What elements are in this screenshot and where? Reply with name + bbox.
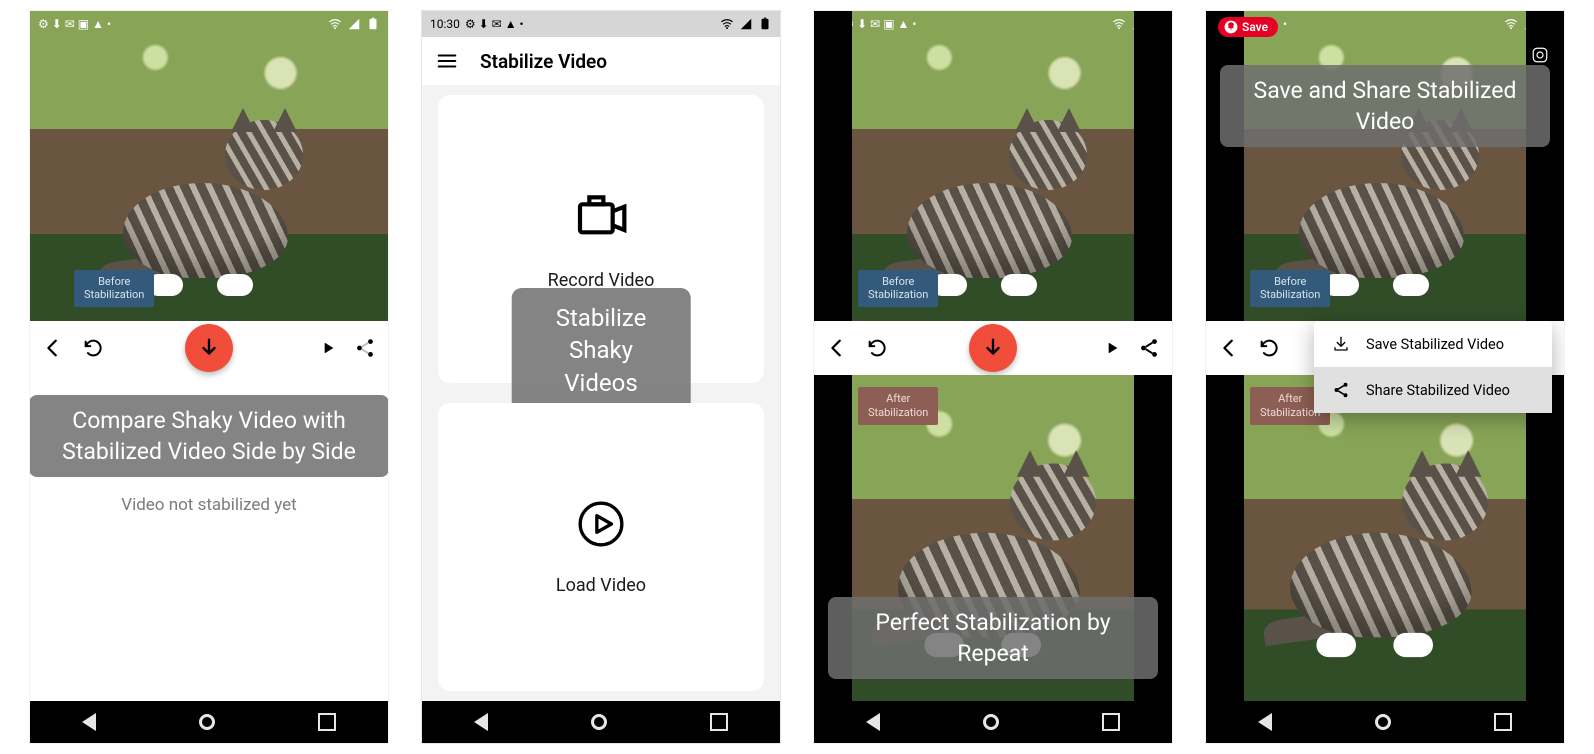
before-video[interactable]: ⚙ ⬇ ✉ ▣ ▲ • Before Stabilization bbox=[30, 11, 388, 321]
after-badge: After Stabilization bbox=[858, 387, 938, 425]
menu-save-video[interactable]: Save Stabilized Video bbox=[1314, 321, 1552, 367]
before-badge: Before Stabilization bbox=[1250, 270, 1330, 308]
before-badge: Before Stabilization bbox=[858, 270, 938, 308]
comparison-toolbar bbox=[814, 321, 1172, 375]
load-card[interactable]: Load Video bbox=[438, 403, 764, 691]
save-share-overlay: Save and Share Stabilized Video bbox=[1220, 65, 1550, 147]
app-bar: Stabilize Video bbox=[422, 37, 780, 85]
back-button[interactable] bbox=[42, 337, 64, 359]
pinterest-save-badge[interactable]: Save bbox=[1218, 17, 1278, 37]
status-bar: 10:30 ⚙ ⬇ ✉ ▲ • bbox=[422, 11, 780, 37]
nav-recent-icon[interactable] bbox=[1102, 713, 1120, 731]
play-button[interactable] bbox=[320, 340, 336, 356]
after-video[interactable]: After Stabilization bbox=[1206, 375, 1564, 701]
status-bar: ⚙ ⬇ ✉ ▣ ▲ • bbox=[30, 11, 388, 37]
cat-illustration bbox=[113, 120, 313, 290]
after-placeholder: Compare Shaky Video with Stabilized Vide… bbox=[30, 375, 388, 701]
back-button[interactable] bbox=[1218, 337, 1240, 359]
stabilize-overlay: Stabilize Shaky Videos bbox=[512, 288, 691, 413]
menu-share-label: Share Stabilized Video bbox=[1366, 382, 1510, 399]
phone-4-share: ⚙ ⬇ ✉ ▣ ▲ • Save Save and Share Stabiliz… bbox=[1205, 10, 1565, 744]
menu-share-video[interactable]: Share Stabilized Video bbox=[1314, 367, 1552, 413]
back-button[interactable] bbox=[826, 337, 848, 359]
phone-1-compare: ⚙ ⬇ ✉ ▣ ▲ • Before Stabilization Compare… bbox=[29, 10, 389, 744]
home-content: Record Video Stabilize Shaky Videos Load… bbox=[422, 85, 780, 701]
android-nav bbox=[422, 701, 780, 743]
hamburger-menu-icon[interactable] bbox=[436, 50, 458, 72]
share-button[interactable] bbox=[1138, 337, 1160, 359]
comparison-toolbar bbox=[30, 321, 388, 375]
nav-home-icon[interactable] bbox=[199, 714, 215, 730]
app-title: Stabilize Video bbox=[480, 50, 607, 73]
download-icon bbox=[1332, 335, 1350, 353]
camera-icon bbox=[573, 188, 629, 244]
screenshot-row: ⚙ ⬇ ✉ ▣ ▲ • Before Stabilization Compare… bbox=[0, 0, 1594, 754]
nav-back-icon[interactable] bbox=[1258, 713, 1272, 731]
pin-label: Save bbox=[1242, 20, 1268, 34]
share-icon bbox=[1332, 381, 1350, 399]
nav-home-icon[interactable] bbox=[983, 714, 999, 730]
load-caption: Load Video bbox=[556, 575, 646, 596]
android-nav bbox=[30, 701, 388, 743]
play-button[interactable] bbox=[1104, 340, 1120, 356]
clock: 10:30 bbox=[430, 17, 460, 31]
share-button[interactable] bbox=[354, 337, 376, 359]
nav-back-icon[interactable] bbox=[474, 713, 488, 731]
perfect-overlay: Perfect Stabilization by Repeat bbox=[828, 597, 1158, 679]
after-video[interactable]: After Stabilization Perfect Stabilizatio… bbox=[814, 375, 1172, 701]
nav-recent-icon[interactable] bbox=[1494, 713, 1512, 731]
play-circle-icon bbox=[576, 499, 626, 549]
status-bar: :49 ⚙ ⬇ ✉ ▣ ▲ • bbox=[814, 11, 1172, 37]
android-nav bbox=[814, 701, 1172, 743]
stabilize-fab[interactable] bbox=[969, 324, 1017, 372]
nav-home-icon[interactable] bbox=[1375, 714, 1391, 730]
compare-overlay: Compare Shaky Video with Stabilized Vide… bbox=[29, 395, 389, 477]
phone-3-result: :49 ⚙ ⬇ ✉ ▣ ▲ • Before Stabilization Aft… bbox=[813, 10, 1173, 744]
reload-button[interactable] bbox=[1258, 337, 1280, 359]
before-video[interactable]: ⚙ ⬇ ✉ ▣ ▲ • Save Save and Share Stabiliz… bbox=[1206, 11, 1564, 321]
nav-back-icon[interactable] bbox=[866, 713, 880, 731]
comparison-toolbar: Save Stabilized Video Share Stabilized V… bbox=[1206, 321, 1564, 375]
phone-2-home: 10:30 ⚙ ⬇ ✉ ▲ • Stabilize Video Record V… bbox=[421, 10, 781, 744]
android-nav bbox=[1206, 701, 1564, 743]
nav-home-icon[interactable] bbox=[591, 714, 607, 730]
nav-recent-icon[interactable] bbox=[318, 713, 336, 731]
before-badge: Before Stabilization bbox=[74, 270, 154, 308]
before-video[interactable]: :49 ⚙ ⬇ ✉ ▣ ▲ • Before Stabilization bbox=[814, 11, 1172, 321]
menu-save-label: Save Stabilized Video bbox=[1366, 336, 1504, 353]
record-card[interactable]: Record Video Stabilize Shaky Videos bbox=[438, 95, 764, 383]
share-popup: Save Stabilized Video Share Stabilized V… bbox=[1314, 321, 1552, 413]
stabilize-fab[interactable] bbox=[185, 324, 233, 372]
cat-illustration bbox=[1279, 464, 1499, 651]
cat-illustration bbox=[897, 120, 1097, 290]
reload-button[interactable] bbox=[866, 337, 888, 359]
nav-back-icon[interactable] bbox=[82, 713, 96, 731]
reload-button[interactable] bbox=[82, 337, 104, 359]
nav-recent-icon[interactable] bbox=[710, 713, 728, 731]
pinterest-icon bbox=[1224, 20, 1238, 34]
status-note: Video not stabilized yet bbox=[121, 495, 297, 515]
